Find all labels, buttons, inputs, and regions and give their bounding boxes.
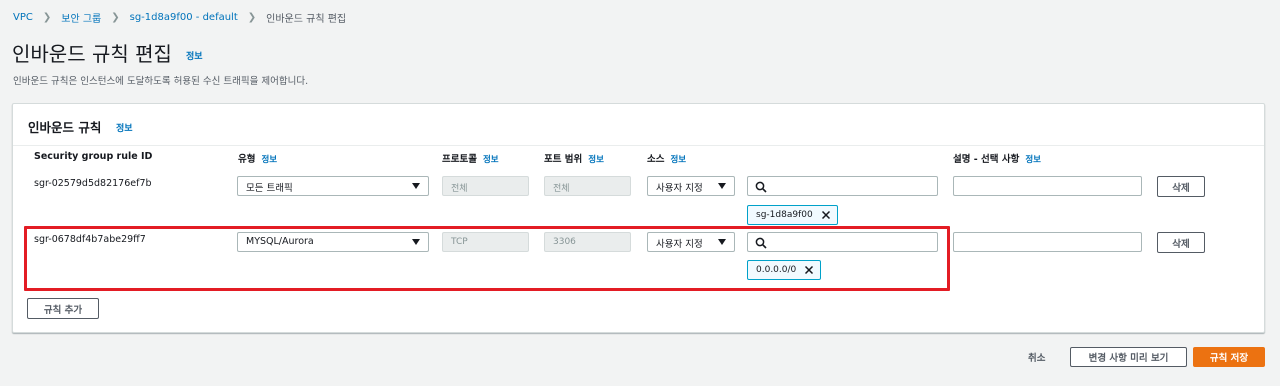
rule-id: sgr-02579d5d82176ef7b	[34, 178, 152, 189]
column-header-rule-id: Security group rule ID	[34, 151, 152, 162]
breadcrumb-security-groups[interactable]: 보안 그룹	[61, 10, 101, 25]
source-info-link[interactable]: 정보	[670, 155, 686, 165]
panel-header: 인바운드 규칙 정보	[13, 104, 1264, 146]
delete-rule-button[interactable]: 삭제	[1157, 176, 1205, 197]
column-label: 설명 - 선택 사항	[953, 154, 1020, 165]
page-description: 인바운드 규칙은 인스턴스에 도달하도록 허용된 수신 트래픽을 제어합니다.	[13, 76, 309, 87]
page-info-link[interactable]: 정보	[186, 49, 203, 62]
rule-id: sgr-0678df4b7abe29ff7	[34, 234, 146, 245]
save-rules-button[interactable]: 규칙 저장	[1193, 347, 1265, 367]
source-type-value: 사용자 지정	[656, 239, 703, 250]
protocol-info-link[interactable]: 정보	[483, 155, 499, 165]
column-header-source: 소스 정보	[647, 151, 686, 165]
panel-info-link[interactable]: 정보	[116, 121, 133, 134]
caret-down-icon	[718, 239, 726, 245]
description-input[interactable]	[953, 176, 1142, 199]
column-label: 프로토콜	[442, 154, 477, 165]
source-token-label: sg-1d8a9f00	[756, 210, 813, 220]
chevron-right-icon: ❯	[111, 12, 120, 23]
close-icon[interactable]	[803, 264, 815, 276]
caret-down-icon	[718, 183, 726, 189]
column-header-port-range: 포트 범위 정보	[544, 151, 604, 165]
column-header-type: 유형 정보	[238, 151, 277, 165]
column-header-protocol: 프로토콜 정보	[442, 151, 499, 165]
column-label: Security group rule ID	[34, 151, 153, 162]
source-search-input[interactable]	[747, 176, 938, 199]
preview-changes-button[interactable]: 변경 사항 미리 보기	[1070, 347, 1187, 367]
source-token: sg-1d8a9f00	[747, 205, 838, 225]
column-label: 유형	[238, 154, 256, 165]
protocol-field: 전체	[442, 176, 529, 196]
source-type-value: 사용자 지정	[656, 183, 703, 194]
chevron-right-icon: ❯	[247, 12, 257, 23]
breadcrumb: VPC ❯ 보안 그룹 ❯ sg-1d8a9f00 - default ❯ 인바…	[13, 10, 346, 25]
source-token-label: 0.0.0.0/0	[756, 265, 797, 275]
search-icon	[755, 237, 767, 249]
port-range-field: 3306	[544, 232, 631, 252]
cancel-button[interactable]: 취소	[1028, 350, 1045, 364]
type-select-value: 모든 트래픽	[246, 183, 293, 194]
type-select[interactable]: MYSQL/Aurora	[237, 232, 429, 252]
caret-down-icon	[412, 239, 420, 245]
caret-down-icon	[412, 183, 420, 189]
column-label: 소스	[647, 154, 665, 165]
description-text[interactable]	[954, 180, 1141, 199]
source-token: 0.0.0.0/0	[747, 260, 822, 280]
source-search-text[interactable]	[748, 180, 937, 199]
port-range-info-link[interactable]: 정보	[588, 155, 604, 165]
source-type-select[interactable]: 사용자 지정	[647, 176, 735, 196]
page-title: 인바운드 규칙 편집	[12, 42, 172, 66]
description-info-link[interactable]: 정보	[1025, 155, 1041, 165]
add-rule-button[interactable]: 규칙 추가	[27, 298, 99, 319]
column-header-description: 설명 - 선택 사항 정보	[953, 151, 1041, 165]
description-input[interactable]	[953, 232, 1142, 255]
source-type-select[interactable]: 사용자 지정	[647, 232, 735, 252]
chevron-right-icon: ❯	[42, 12, 52, 23]
protocol-field: TCP	[442, 232, 529, 252]
breadcrumb-current: 인바운드 규칙 편집	[266, 14, 347, 25]
description-text[interactable]	[954, 236, 1141, 255]
type-info-link[interactable]: 정보	[261, 155, 277, 165]
search-icon	[755, 181, 767, 193]
inbound-rules-panel: 인바운드 규칙 정보 Security group rule ID 유형 정보 프…	[12, 103, 1265, 333]
breadcrumb-security-group[interactable]: sg-1d8a9f00 - default	[130, 12, 238, 23]
source-search-input[interactable]	[747, 232, 938, 255]
type-select[interactable]: 모든 트래픽	[237, 176, 429, 196]
close-icon[interactable]	[820, 209, 832, 221]
port-range-field: 전체	[544, 176, 631, 196]
panel-title: 인바운드 규칙	[28, 120, 102, 135]
breadcrumb-vpc[interactable]: VPC	[13, 12, 33, 23]
column-label: 포트 범위	[544, 154, 583, 165]
type-select-value: MYSQL/Aurora	[246, 236, 314, 247]
delete-rule-button[interactable]: 삭제	[1157, 232, 1205, 253]
source-search-text[interactable]	[748, 236, 937, 255]
